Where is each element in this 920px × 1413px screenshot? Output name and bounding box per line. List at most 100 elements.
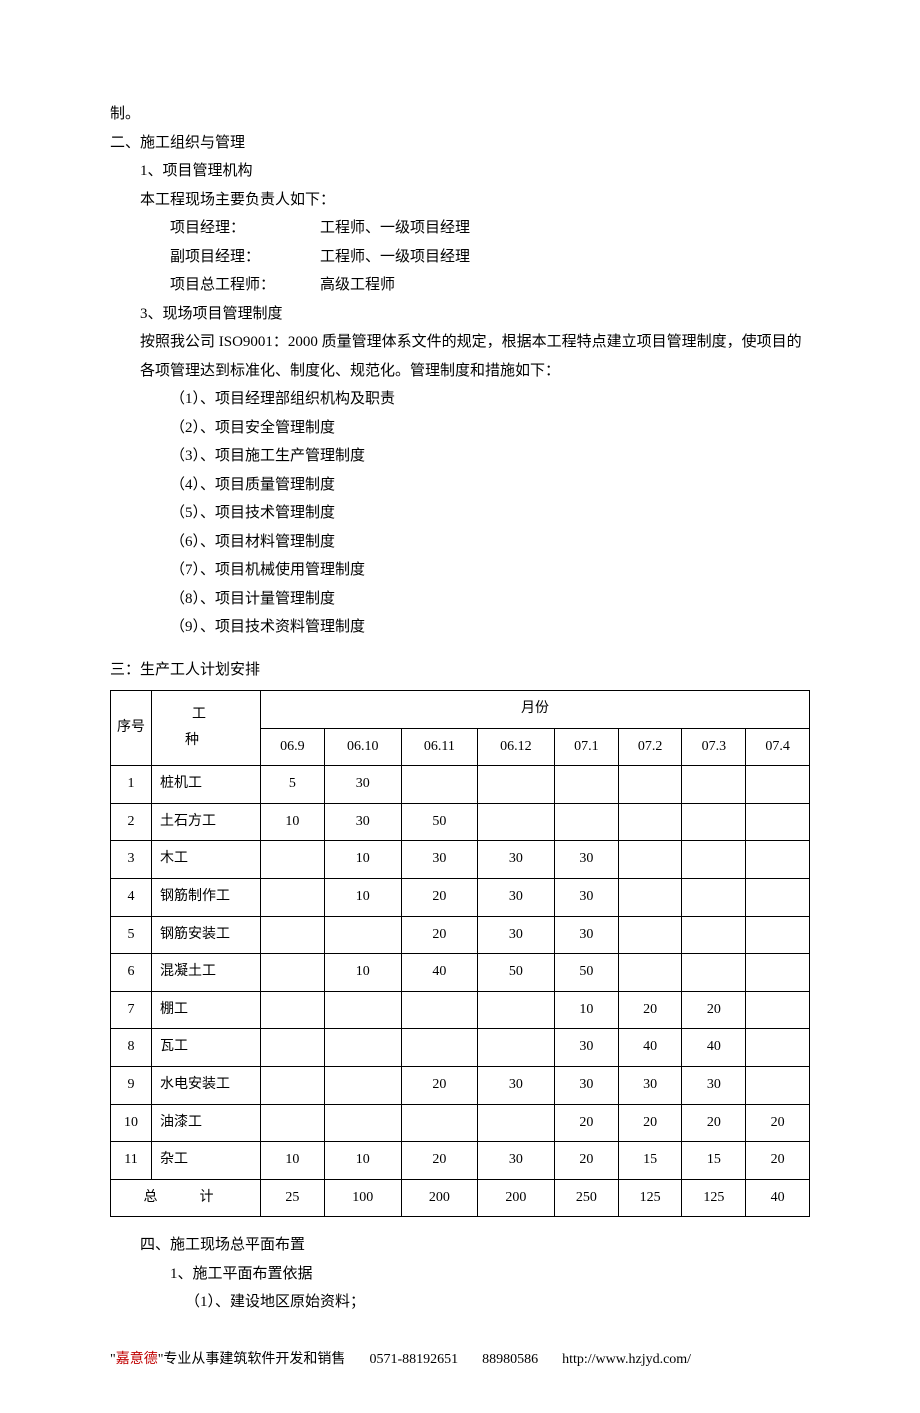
month-header: 06.10 [324,728,401,766]
row-cell [401,1104,477,1142]
row-type: 钢筋制作工 [152,878,261,916]
row-cell [682,803,746,841]
row-cell: 30 [477,1066,554,1104]
table-row: 10油漆工20202020 [111,1104,810,1142]
table-row: 11杂工1010203020151520 [111,1142,810,1180]
row-cell [682,766,746,804]
row-cell [746,1066,810,1104]
row-cell [554,803,618,841]
table-row: 5钢筋安装工203030 [111,916,810,954]
row-cell [746,841,810,879]
row-cell: 30 [324,766,401,804]
col-type-header: 工 种 [152,691,261,766]
row-type: 钢筋安装工 [152,916,261,954]
row-seq: 11 [111,1142,152,1180]
row-cell [682,878,746,916]
row-cell [324,916,401,954]
month-header: 07.4 [746,728,810,766]
row-cell: 10 [324,841,401,879]
col-seq-header: 序号 [111,691,152,766]
row-cell [261,1066,325,1104]
row-cell: 30 [477,1142,554,1180]
role-label: 项目总工程师： [170,271,320,300]
row-type: 油漆工 [152,1104,261,1142]
table-row: 4钢筋制作工10203030 [111,878,810,916]
row-cell [746,803,810,841]
row-cell: 20 [618,991,682,1029]
brand-name: 嘉意德 [116,1352,158,1367]
row-cell: 30 [554,841,618,879]
row-cell: 20 [554,1142,618,1180]
row-cell: 15 [682,1142,746,1180]
table-total-row: 总 计 25 100 200 200 250 125 125 40 [111,1179,810,1217]
total-cell: 100 [324,1179,401,1217]
row-cell [746,766,810,804]
table-row: 2土石方工103050 [111,803,810,841]
role-value: 高级工程师 [320,271,395,300]
role-row: 项目总工程师： 高级工程师 [170,271,810,300]
row-cell [618,841,682,879]
row-cell [618,766,682,804]
mgmt-item: （8）、项目计量管理制度 [110,585,810,614]
row-type: 棚工 [152,991,261,1029]
worker-plan-table: 序号 工 种 月份 06.9 06.10 06.11 06.12 07.1 07… [110,690,810,1217]
row-cell: 50 [401,803,477,841]
row-cell: 20 [618,1104,682,1142]
row-seq: 4 [111,878,152,916]
row-cell: 20 [682,1104,746,1142]
heading-4: 四、施工现场总平面布置 [110,1231,810,1260]
row-cell: 20 [401,1142,477,1180]
row-type: 杂工 [152,1142,261,1180]
row-cell: 30 [477,878,554,916]
row-cell: 20 [554,1104,618,1142]
total-cell: 125 [618,1179,682,1217]
row-cell: 40 [401,954,477,992]
row-type: 土石方工 [152,803,261,841]
table-row: 7棚工102020 [111,991,810,1029]
footer-phone-2: 88980586 [482,1347,538,1374]
row-cell [477,1104,554,1142]
row-cell [401,1029,477,1067]
row-cell: 30 [477,841,554,879]
row-cell: 10 [324,954,401,992]
role-row: 项目经理： 工程师、一级项目经理 [170,214,810,243]
row-seq: 2 [111,803,152,841]
col-month-header: 月份 [261,691,810,729]
row-cell: 30 [554,1029,618,1067]
row-cell: 30 [477,916,554,954]
row-cell: 10 [261,1142,325,1180]
row-cell [324,1104,401,1142]
sub-1-desc: 本工程现场主要负责人如下： [110,186,810,215]
row-cell: 30 [554,1066,618,1104]
row-cell: 30 [682,1066,746,1104]
table-row: 8瓦工304040 [111,1029,810,1067]
month-header: 07.3 [682,728,746,766]
roles-block: 项目经理： 工程师、一级项目经理 副项目经理： 工程师、一级项目经理 项目总工程… [110,214,810,300]
mgmt-item: （6）、项目材料管理制度 [110,528,810,557]
sub4-1-1: （1）、建设地区原始资料； [110,1288,810,1317]
table-row: 6混凝土工10405050 [111,954,810,992]
row-type: 木工 [152,841,261,879]
row-cell: 20 [746,1104,810,1142]
footer-url: http://www.hzjyd.com/ [562,1347,691,1374]
row-cell [261,878,325,916]
month-header: 06.11 [401,728,477,766]
total-cell: 200 [477,1179,554,1217]
row-cell: 20 [746,1142,810,1180]
row-cell: 10 [261,803,325,841]
row-cell: 50 [477,954,554,992]
row-type: 混凝土工 [152,954,261,992]
row-cell: 30 [324,803,401,841]
total-cell: 250 [554,1179,618,1217]
row-cell [746,878,810,916]
row-cell [324,1029,401,1067]
row-cell: 40 [618,1029,682,1067]
sub-3-desc: 按照我公司 ISO9001：2000 质量管理体系文件的规定，根据本工程特点建立… [110,328,810,385]
mgmt-item: （9）、项目技术资料管理制度 [110,613,810,642]
row-seq: 3 [111,841,152,879]
row-cell: 20 [682,991,746,1029]
total-label: 总 计 [111,1179,261,1217]
row-type: 水电安装工 [152,1066,261,1104]
total-cell: 40 [746,1179,810,1217]
paragraph-fragment: 制。 [110,100,810,129]
